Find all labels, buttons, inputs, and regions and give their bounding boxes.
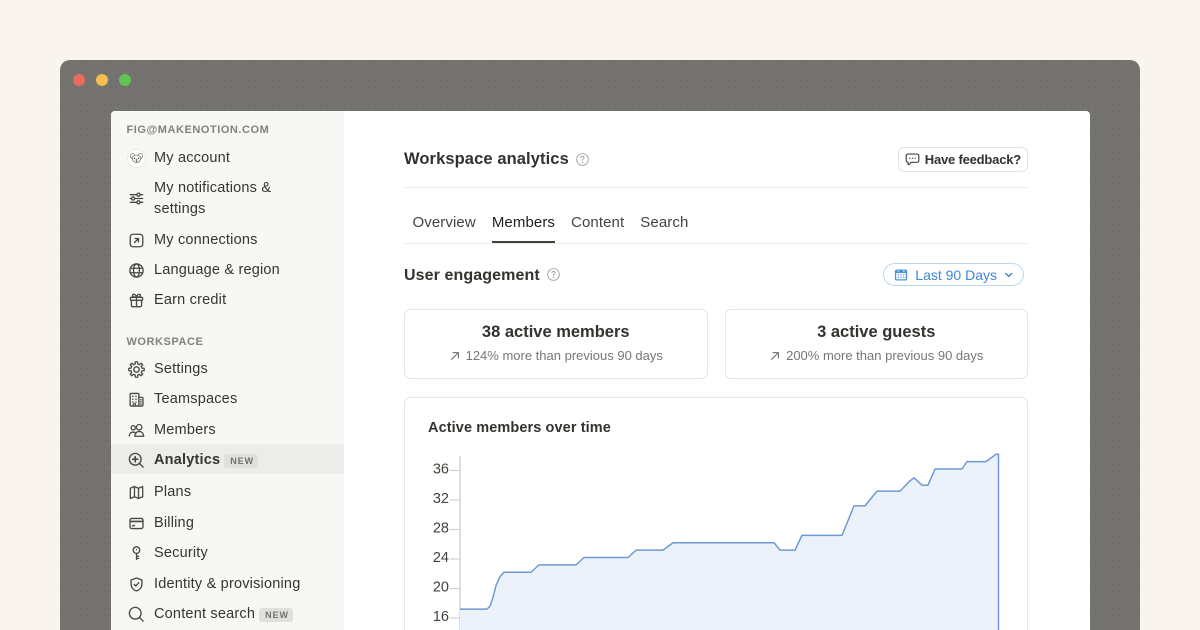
svg-text:24: 24 — [433, 549, 449, 565]
svg-text:32: 32 — [433, 490, 449, 506]
svg-text:16: 16 — [433, 608, 449, 624]
svg-text:20: 20 — [433, 579, 449, 595]
svg-text:36: 36 — [433, 461, 449, 477]
svg-text:28: 28 — [433, 520, 449, 536]
